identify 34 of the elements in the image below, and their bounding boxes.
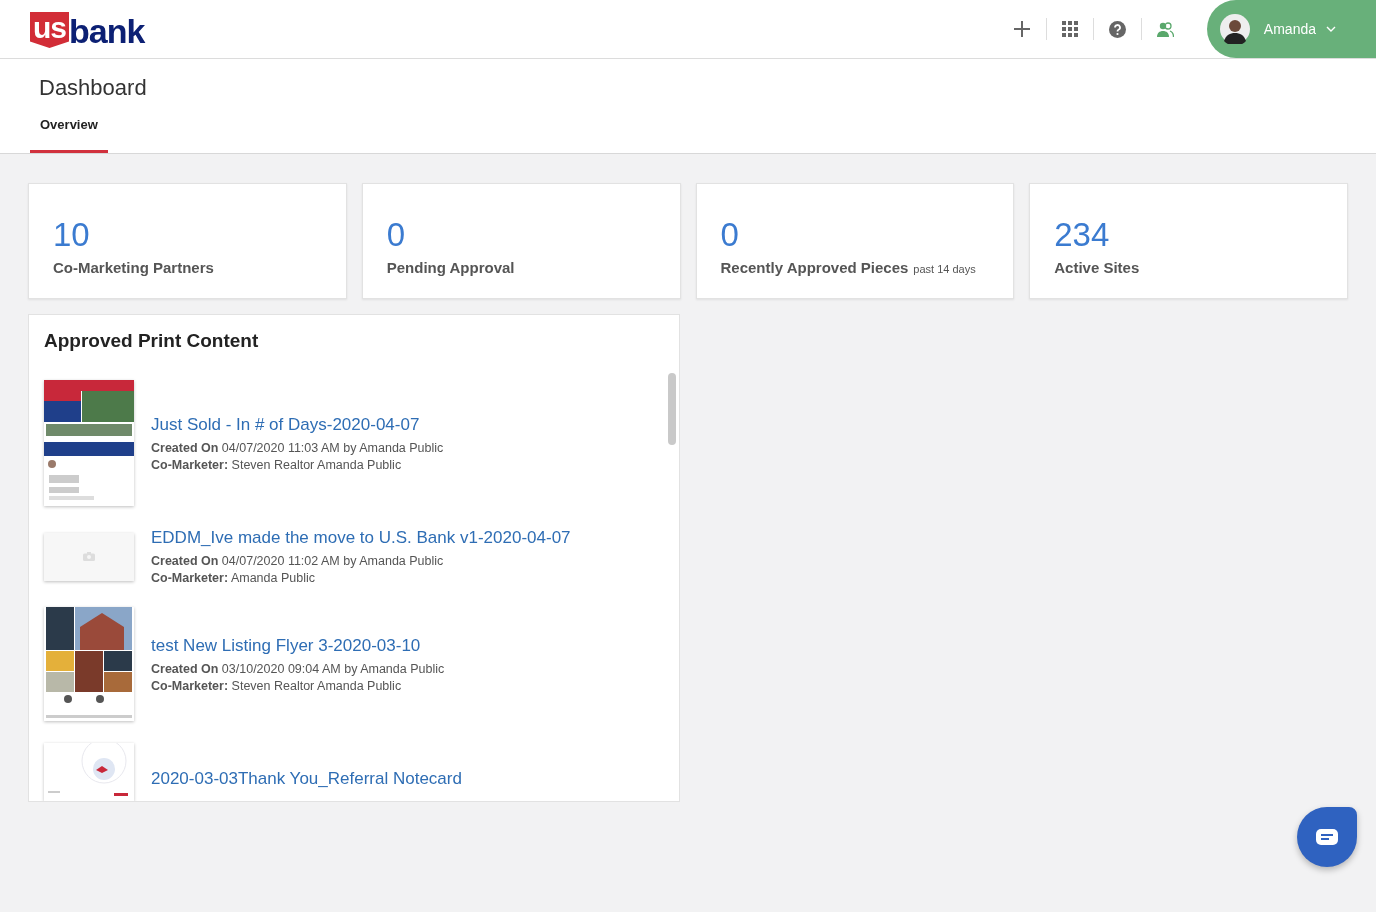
stat-label: Active Sites	[1054, 258, 1140, 276]
scrollbar-thumb[interactable]	[668, 373, 676, 445]
stat-note: past 14 days	[913, 262, 976, 275]
stat-value: 10	[53, 214, 91, 255]
stat-label: Pending Approval	[386, 258, 515, 276]
logo-shield: us	[30, 12, 69, 48]
stat-value: 0	[386, 214, 407, 255]
content-link[interactable]: 2020-03-03Thank You_Referral Notecard	[151, 769, 462, 789]
created-info: Created On 04/07/2020 11:02 AM by Amanda Public	[151, 554, 445, 568]
content-link[interactable]: EDDM_Ive made the move to U.S. Bank v1-2020-04-07	[151, 528, 571, 548]
page-title: Dashboard	[39, 75, 148, 101]
created-info: Created On 03/10/2020 09:04 AM by Amanda Public	[151, 661, 445, 676]
stat-label: Co-Marketing Partners	[53, 258, 214, 276]
chevron-down-icon	[1326, 26, 1336, 32]
avatar	[1219, 14, 1250, 44]
stat-label: Recently Approved Pieces	[720, 258, 909, 276]
logo-wordmark: bank	[69, 14, 145, 48]
content-link[interactable]: Just Sold - In # of Days-2020-04-07	[151, 414, 444, 435]
plus-icon[interactable]	[1012, 20, 1031, 38]
content-link[interactable]: test New Listing Flyer 3-2020-03-10	[151, 635, 445, 656]
panel-title: Approved Print Content	[44, 330, 260, 352]
co-marketer-info: Co-Marketer: Amanda Public	[151, 571, 316, 585]
stat-value: 0	[720, 214, 740, 255]
apps-grid-icon[interactable]	[1061, 21, 1078, 37]
co-marketer-info: Co-Marketer: Steven Realtor Amanda Public	[151, 457, 403, 472]
chat-icon	[1316, 829, 1338, 845]
tab[interactable]: Overview	[30, 117, 108, 153]
created-info: Created On 04/07/2020 11:03 AM by Amanda Public	[151, 440, 444, 455]
help-icon[interactable]	[1108, 20, 1126, 38]
users-icon[interactable]	[1156, 21, 1174, 37]
camera-icon	[83, 552, 95, 561]
chat-button[interactable]	[1297, 807, 1357, 867]
stat-value: 234	[1054, 214, 1111, 255]
co-marketer-info: Co-Marketer: Steven Realtor Amanda Public	[151, 678, 403, 693]
